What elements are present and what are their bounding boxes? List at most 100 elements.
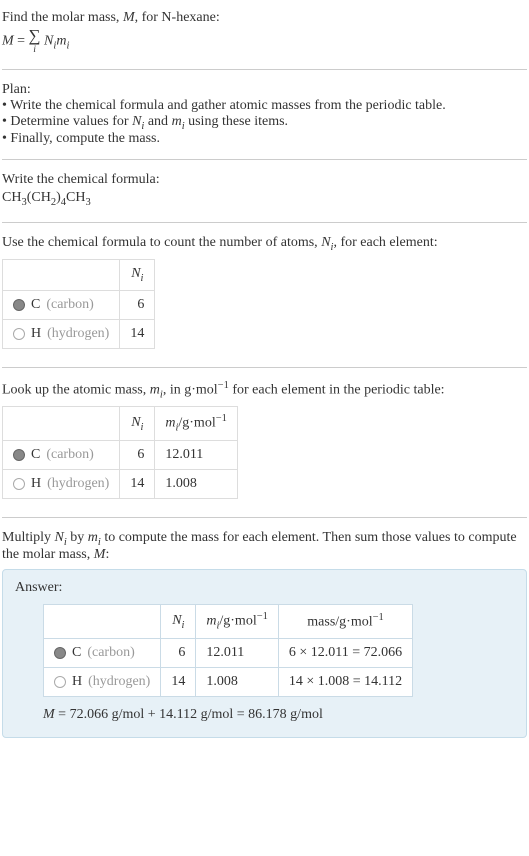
mass-cell: 12.011: [196, 638, 279, 667]
count-cell: 14: [120, 319, 155, 348]
column-header-m: mi/g·mol−1: [196, 605, 279, 638]
step-title: Look up the atomic mass, mi, in g·mol−1 …: [2, 380, 527, 400]
table-header-row: Ni: [3, 259, 155, 290]
filled-circle-icon: [54, 647, 66, 659]
var-m: m: [165, 416, 175, 431]
element-symbol: H: [31, 476, 41, 492]
unit: mass/g·mol: [307, 615, 372, 630]
column-header-N: Ni: [120, 259, 155, 290]
element-symbol: C: [31, 447, 40, 463]
divider: [2, 367, 527, 368]
superscript: −1: [216, 413, 227, 424]
compute-section: Multiply Ni by mi to compute the mass fo…: [2, 524, 527, 744]
element-name: (carbon): [46, 447, 93, 463]
mass-cell: 1.008: [155, 469, 238, 498]
chemical-formula: CH3(CH2)4CH3: [2, 188, 527, 210]
subscript-i: i: [66, 40, 69, 51]
sigma-icon: ∑i: [29, 28, 41, 55]
element-cell: C (carbon): [3, 440, 120, 469]
step-title: Use the chemical formula to count the nu…: [2, 235, 527, 253]
calc-cell: 14 × 1.008 = 14.112: [278, 667, 412, 696]
plan-title: Plan:: [2, 82, 527, 98]
var-N: N: [131, 415, 140, 430]
superscript: −1: [218, 380, 229, 391]
answer-box: Answer: Ni mi/g·mol−1 mass/g·mol−1 C (ca…: [2, 569, 527, 737]
answer-label: Answer:: [15, 580, 514, 596]
table-row: C (carbon) 6: [3, 290, 155, 319]
divider: [2, 517, 527, 518]
filled-circle-icon: [13, 449, 25, 461]
subscript-i: i: [141, 421, 144, 432]
var-m: m: [56, 34, 66, 49]
var-N: N: [44, 34, 53, 49]
text: Multiply: [2, 530, 55, 545]
element-cell: C (carbon): [3, 290, 120, 319]
element-name: (hydrogen): [88, 674, 150, 690]
divider: [2, 159, 527, 160]
blank-header: [44, 605, 161, 638]
plan-bullet: • Determine values for Ni and mi using t…: [2, 114, 527, 132]
element-cell: H (hydrogen): [44, 667, 161, 696]
text: using these items.: [185, 114, 288, 129]
column-header-N: Ni: [120, 407, 155, 440]
mass-cell: 12.011: [155, 440, 238, 469]
var-M: M: [2, 34, 14, 49]
intro-section: Find the molar mass, M, for N-hexane: M …: [2, 4, 527, 63]
text: :: [105, 547, 109, 562]
var-N: N: [131, 266, 140, 281]
table-row: H (hydrogen) 14: [3, 319, 155, 348]
subscript-i: i: [141, 273, 144, 284]
plan-section: Plan: • Write the chemical formula and g…: [2, 76, 527, 154]
element-name: (hydrogen): [47, 326, 109, 342]
table-header-row: Ni mi/g·mol−1 mass/g·mol−1: [44, 605, 413, 638]
element-name: (hydrogen): [47, 476, 109, 492]
plan-bullet: • Write the chemical formula and gather …: [2, 98, 527, 114]
intro-text: Find the molar mass,: [2, 10, 123, 25]
table-row: H (hydrogen) 14 1.008: [3, 469, 238, 498]
step-title: Multiply Ni by mi to compute the mass fo…: [2, 530, 527, 564]
element-symbol: C: [31, 297, 40, 313]
text: , in g·mol: [163, 382, 218, 397]
superscript: −1: [373, 612, 384, 623]
element-symbol: H: [72, 674, 82, 690]
final-value: = 72.066 g/mol + 14.112 g/mol = 86.178 g…: [55, 707, 323, 722]
atomic-mass-table: Ni m i/g·mol−1 C (carbon) 6 12.011 H (hyd…: [2, 406, 238, 498]
text: • Determine values for: [2, 114, 132, 129]
intro-line: Find the molar mass, M, for N-hexane:: [2, 10, 527, 26]
text: for each element in the periodic table:: [229, 382, 445, 397]
text: by: [67, 530, 88, 545]
element-cell: H (hydrogen): [3, 319, 120, 348]
table-row: C (carbon) 6 12.011: [3, 440, 238, 469]
equals: =: [14, 34, 29, 49]
divider: [2, 222, 527, 223]
var-m: m: [88, 530, 98, 545]
subscript-i: i: [182, 620, 185, 631]
column-header-mass: mass/g·mol−1: [278, 605, 412, 638]
table-header-row: Ni m i/g·mol−1: [3, 407, 238, 440]
atom-count-table: Ni C (carbon) 6 H (hydrogen) 14: [2, 259, 155, 349]
chem-part: (CH: [27, 190, 51, 205]
chem-part: CH: [2, 190, 21, 205]
text: Use the chemical formula to count the nu…: [2, 235, 321, 250]
hollow-circle-icon: [54, 676, 66, 688]
element-symbol: C: [72, 645, 81, 661]
var-N: N: [55, 530, 64, 545]
text: , for each element:: [333, 235, 437, 250]
table-row: C (carbon) 6 12.011 6 × 12.011 = 72.066: [44, 638, 413, 667]
filled-circle-icon: [13, 299, 25, 311]
text: Look up the atomic mass,: [2, 382, 150, 397]
hollow-circle-icon: [13, 478, 25, 490]
unit: /g·mol: [219, 614, 256, 629]
unit: /g·mol: [178, 416, 215, 431]
table-row: H (hydrogen) 14 1.008 14 × 1.008 = 14.11…: [44, 667, 413, 696]
var-M: M: [43, 707, 55, 722]
plan-bullet: • Finally, compute the mass.: [2, 131, 527, 147]
element-symbol: H: [31, 326, 41, 342]
count-cell: 14: [161, 667, 196, 696]
blank-header: [3, 407, 120, 440]
mass-cell: 1.008: [196, 667, 279, 696]
var-N: N: [321, 235, 330, 250]
var-m: m: [206, 614, 216, 629]
element-cell: H (hydrogen): [3, 469, 120, 498]
column-header-N: Ni: [161, 605, 196, 638]
